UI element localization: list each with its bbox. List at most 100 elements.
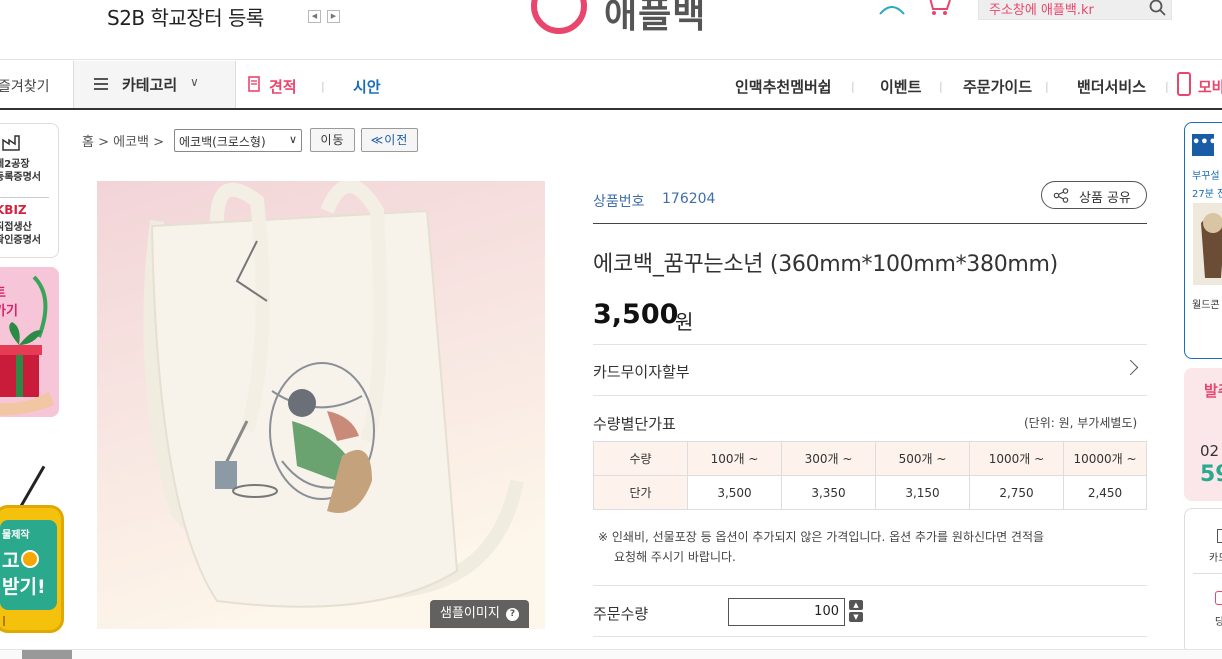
- kbiz-logo: KBIZ: [0, 203, 27, 217]
- share-label: 상품 공유: [1079, 191, 1131, 206]
- unit-note: (단위: 원, 부가세별도): [1024, 416, 1138, 430]
- prev-arrow-button[interactable]: ◀: [308, 10, 321, 23]
- price-table: 수량 100개 ~ 300개 ~ 500개 ~ 1000개 ~ 10000개 ~…: [593, 441, 1147, 510]
- user-icon[interactable]: [877, 0, 907, 16]
- recent-product-thumbnail[interactable]: [1193, 203, 1222, 285]
- table-cell: 수량: [593, 441, 688, 476]
- gift-banner[interactable]: 트 가기: [0, 267, 59, 417]
- nav-separator: |: [851, 80, 855, 93]
- quote-icon: [248, 76, 260, 92]
- eco-bag-illustration: [97, 181, 545, 629]
- table-cell: 3,150: [875, 475, 970, 510]
- qty-price-title: 수량별단가표: [593, 415, 676, 433]
- price-note-line-1: ※ 인쇄비, 선물포장 등 옵션이 추가되지 않은 가격입니다. 옵션 추가를 …: [598, 530, 1045, 544]
- table-cell: 1000개 ~: [969, 441, 1064, 476]
- icecream-image: [1201, 213, 1222, 278]
- promo-date: 02: [1200, 442, 1220, 460]
- price-note: ※ 인쇄비, 선물포장 등 옵션이 추가되지 않은 가격입니다. 옵션 추가를 …: [598, 527, 1146, 567]
- tv-line-2: 고: [2, 550, 20, 572]
- s2b-register-link[interactable]: S2B 학교장터 등록: [107, 2, 264, 31]
- nav-separator: |: [939, 80, 943, 93]
- more-button[interactable]: •••: [1192, 134, 1217, 156]
- prev-button[interactable]: ≪이전: [361, 128, 418, 152]
- move-button[interactable]: 이동: [310, 128, 355, 152]
- recent-product-caption: 월드콘: [1192, 300, 1220, 311]
- speaker-grill: [3, 616, 43, 626]
- gift-box-icon: [0, 275, 54, 416]
- nav-vendor-service-link[interactable]: 밴더서비스: [1077, 76, 1146, 97]
- sample-image-label: 샘플이미지: [440, 606, 500, 621]
- logo-mark-icon[interactable]: [531, 0, 587, 34]
- factory-icon: [2, 135, 20, 151]
- divider: [593, 395, 1147, 396]
- sample-image-badge[interactable]: 샘플이미지 ?: [430, 600, 529, 628]
- divider: [1193, 573, 1222, 574]
- nav-separator: |: [1165, 80, 1169, 93]
- top-header: S2B 학교장터 등록 ◀ ▶ 애플백 주소창에 애플백.kr: [0, 0, 1222, 60]
- price-table-row: 단가 3,500 3,350 3,150 2,750 2,450: [593, 475, 1147, 510]
- order-promo-panel[interactable]: 발주 02 59: [1184, 368, 1222, 501]
- hamburger-icon: [94, 78, 108, 90]
- price-table-header-row: 수량 100개 ~ 300개 ~ 500개 ~ 1000개 ~ 10000개 ~: [593, 441, 1147, 476]
- quick-menu-card[interactable]: 카드: [1209, 549, 1222, 564]
- category-label: 카테고리: [122, 76, 178, 94]
- tv-promo-banner[interactable]: 물제작 고 받기!: [0, 455, 66, 650]
- share-icon: [1053, 188, 1069, 203]
- order-qty-input[interactable]: 100: [728, 598, 845, 626]
- product-number-label: 상품번호: [593, 194, 645, 210]
- promo-title: 발주: [1204, 382, 1222, 400]
- nav-membership-link[interactable]: 인맥추천멤버쉽: [735, 76, 832, 97]
- chevron-down-icon: ∨: [190, 75, 199, 89]
- qty-up-button[interactable]: ▲: [849, 600, 863, 610]
- nav-mobile-link[interactable]: 모바: [1198, 76, 1222, 97]
- nav-divider: [235, 61, 236, 108]
- quick-menu-item[interactable]: 당: [1215, 613, 1222, 628]
- bottom-tab[interactable]: [22, 650, 72, 659]
- logo-text[interactable]: 애플백: [604, 0, 706, 38]
- recent-line-1: 부꾸설: [1192, 171, 1220, 182]
- divider: [593, 344, 1147, 345]
- chevron-down-icon: ∨: [288, 133, 297, 146]
- nav-order-guide-link[interactable]: 주문가이드: [963, 76, 1032, 97]
- table-cell: 100개 ~: [687, 441, 782, 476]
- qty-down-button[interactable]: ▼: [849, 612, 863, 622]
- search-input[interactable]: 주소창에 애플백.kr: [978, 0, 1172, 20]
- product-price: 3,500: [593, 299, 679, 330]
- price-note-line-2: 요청해 주시기 바랍니다.: [614, 550, 736, 564]
- kbiz-line-1: 직접생산: [0, 222, 32, 233]
- favorites-link[interactable]: 즐겨찾기: [0, 76, 50, 96]
- divider: [593, 636, 1147, 637]
- divider: [593, 223, 1147, 224]
- next-arrow-button[interactable]: ▶: [327, 10, 340, 23]
- tv-line-3: 받기!: [2, 576, 46, 598]
- search-icon[interactable]: [1149, 0, 1167, 17]
- nav-sample-link[interactable]: 시안: [353, 76, 381, 97]
- factory-line-2: 등록증명서: [0, 172, 41, 183]
- category-select[interactable]: 에코백(크로스형) ∨: [174, 129, 302, 152]
- category-menu-button[interactable]: 카테고리 ∨: [74, 61, 235, 108]
- nav-quote-link[interactable]: 견적: [269, 76, 297, 97]
- tv-line-1: 물제작: [2, 530, 30, 541]
- product-image[interactable]: [97, 181, 545, 629]
- cart-icon[interactable]: [923, 0, 953, 16]
- recent-view-panel: ••• 부꾸설 27분 전 월드콘: [1184, 122, 1222, 359]
- product-title: 에코백_꿈꾸는소년 (360mm*100mm*380mm): [593, 252, 1058, 277]
- table-cell: 300개 ~: [781, 441, 876, 476]
- nav-event-link[interactable]: 이벤트: [880, 76, 921, 97]
- chevron-right-icon[interactable]: [1122, 359, 1139, 376]
- antenna-decoration: [17, 465, 46, 511]
- certificate-banner[interactable]: 제2공장 등록증명서 KBIZ 직접생산 확인증명서: [0, 123, 59, 258]
- table-cell: 2,750: [969, 475, 1064, 510]
- share-button[interactable]: 상품 공유: [1041, 181, 1147, 209]
- kbiz-line-2: 확인증명서: [0, 235, 41, 246]
- bottom-strip: [0, 649, 1222, 659]
- breadcrumb[interactable]: 홈 > 에코백 >: [82, 131, 164, 150]
- help-icon[interactable]: ?: [506, 608, 519, 621]
- tv-frame: 물제작 고 받기!: [0, 505, 64, 633]
- table-cell: 10000개 ~: [1063, 441, 1147, 476]
- card-installment-link[interactable]: 카드무이자할부: [593, 361, 690, 382]
- table-cell: 500개 ~: [875, 441, 970, 476]
- phone-icon: [1215, 591, 1222, 605]
- main-nav: 즐겨찾기 카테고리 ∨ 견적 | 시안 인맥추천멤버쉽 | 이벤트 | 주문가이…: [0, 61, 1222, 110]
- table-cell: 3,350: [781, 475, 876, 510]
